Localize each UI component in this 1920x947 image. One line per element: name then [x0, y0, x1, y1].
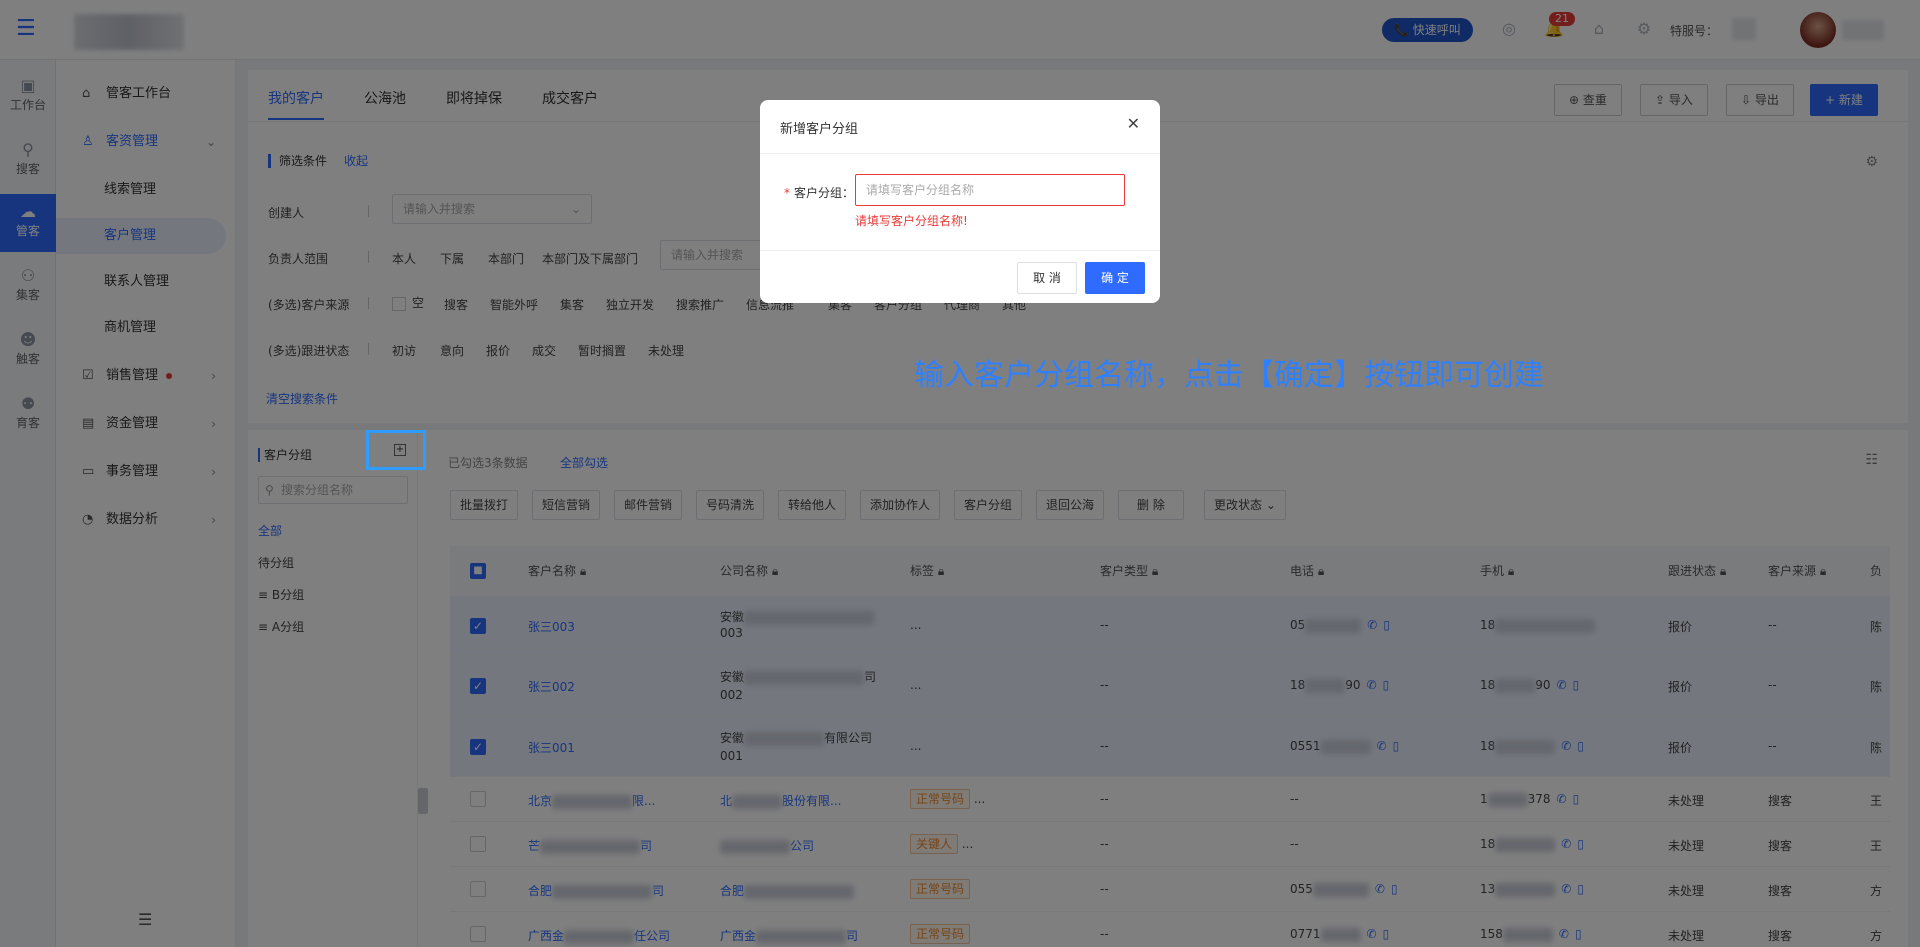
cancel-button[interactable]: 取 消 [1017, 262, 1077, 294]
validation-error: 请填写客户分组名称! [855, 214, 968, 228]
dialog-title: 新增客户分组 [780, 122, 859, 137]
new-group-dialog: 新增客户分组 ✕ * 客户分组： 请填写客户分组名称 请填写客户分组名称! 取 消… [760, 100, 1160, 303]
required-mark: * [784, 186, 790, 200]
group-name-input[interactable]: 请填写客户分组名称 [855, 174, 1125, 206]
confirm-button[interactable]: 确 定 [1085, 262, 1145, 294]
group-name-label: * 客户分组： [784, 186, 855, 200]
divider [760, 153, 1160, 154]
instruction-caption: 输入客户分组名称，点击【确定】按钮即可创建 [914, 358, 1544, 393]
divider [760, 250, 1160, 251]
add-group-highlight-frame [366, 430, 426, 470]
close-icon[interactable]: ✕ [1127, 114, 1140, 133]
